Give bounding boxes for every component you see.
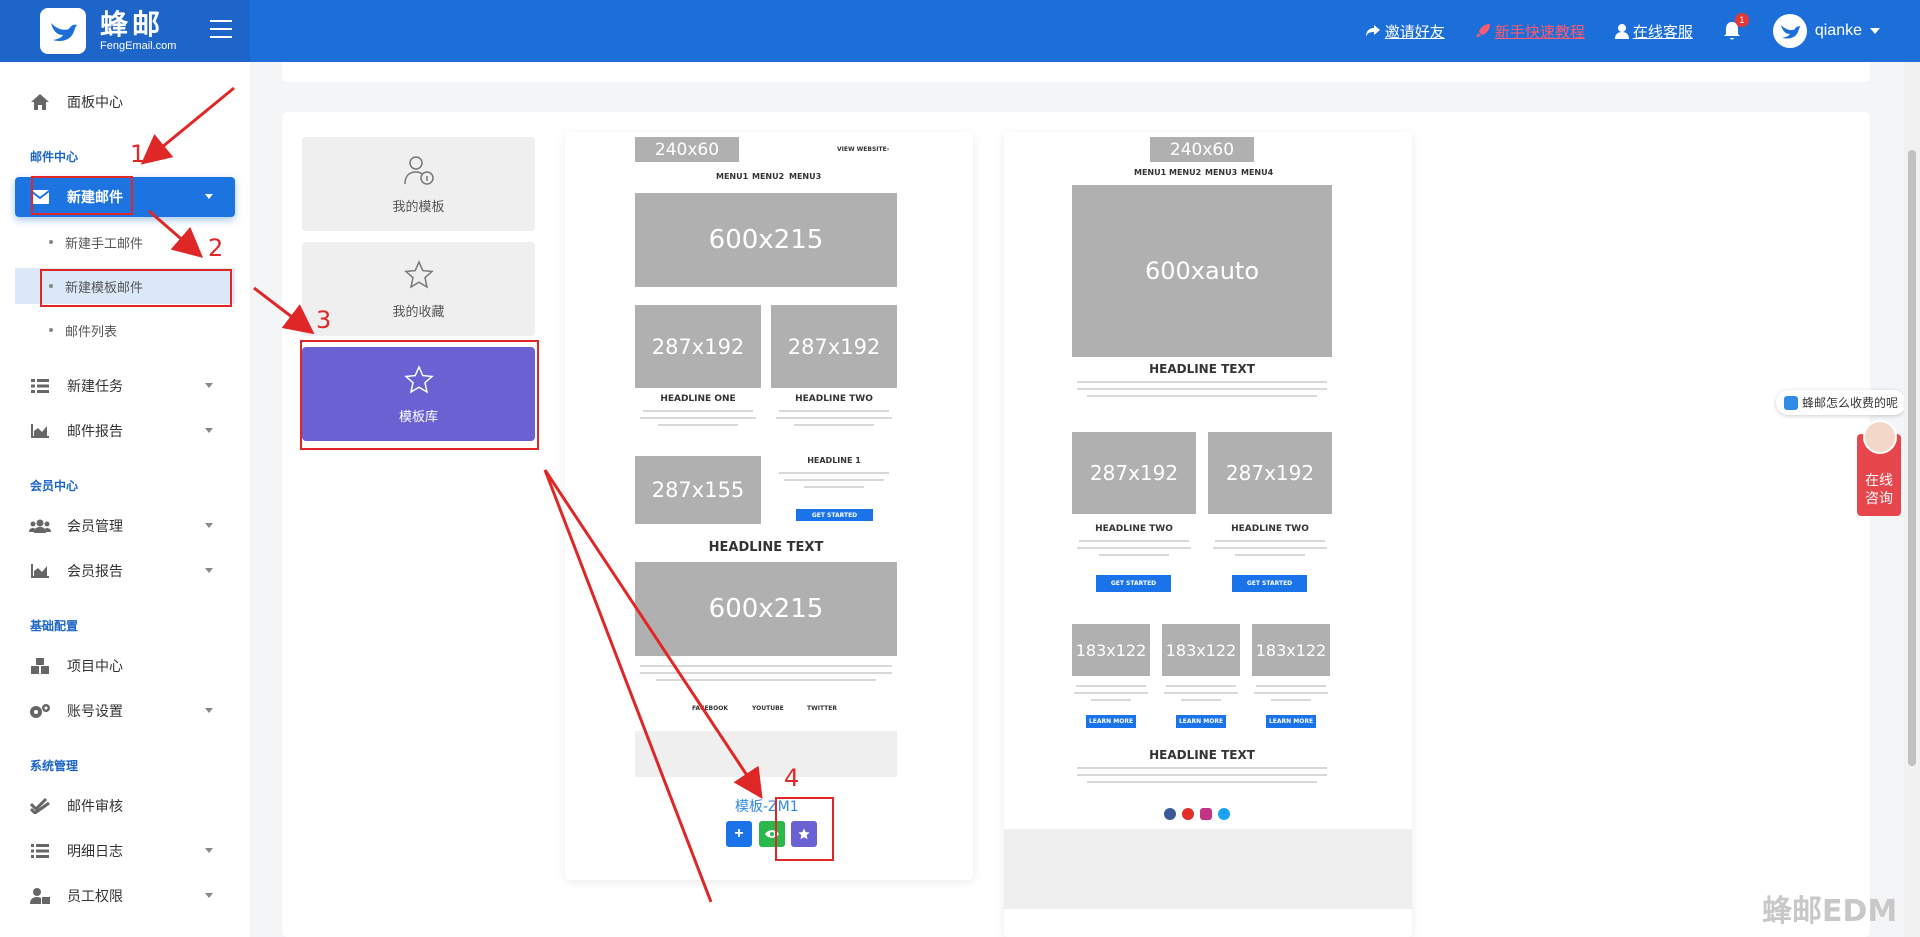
preview-eye-icon[interactable]: [759, 821, 785, 847]
share-icon: [1365, 25, 1380, 37]
caret-down-icon: [205, 194, 213, 199]
faq-bubble[interactable]: 蜂邮怎么收费的呢: [1776, 390, 1907, 415]
sidebar-item-member-report[interactable]: 会员报告: [15, 551, 235, 591]
annotation-number-3: 3: [316, 306, 332, 334]
chat-icon: [1784, 395, 1798, 410]
sidebar: 面板中心 邮件中心 新建邮件 新建手工邮件 新建模板邮件 邮件列表 新建任务 邮…: [0, 62, 250, 937]
scrollbar-thumb[interactable]: [1908, 150, 1916, 766]
logo-bird-icon: [40, 8, 86, 54]
envelope-icon: [29, 188, 51, 206]
sidebar-item-member-manage[interactable]: 会员管理: [15, 506, 235, 546]
youtube-icon: [1182, 808, 1194, 820]
menu-toggle-icon[interactable]: [210, 20, 232, 44]
view-website-link: VIEW WEBSITE›: [837, 146, 890, 153]
template-card-zm1[interactable]: 240x60 VIEW WEBSITE› MENU1 MENU2 MENU3 6…: [565, 132, 973, 880]
brand-domain: FengEmail.com: [100, 39, 177, 52]
favorite-star-button[interactable]: [791, 821, 817, 847]
sidebar-item-mail-review[interactable]: 邮件审核: [15, 786, 235, 826]
social-icons: [1164, 808, 1230, 820]
sidebar-item-mail-report[interactable]: 邮件报告: [15, 411, 235, 451]
star-outline-icon: [403, 364, 434, 394]
avatar: [1772, 14, 1807, 48]
area-chart-icon: [29, 422, 51, 440]
support-link[interactable]: 在线客服: [1614, 21, 1693, 42]
bell-icon[interactable]: 1: [1723, 13, 1749, 41]
section-system: 系统管理: [30, 759, 79, 773]
users-icon: [29, 517, 51, 535]
list-icon: [29, 842, 51, 860]
template-card-2[interactable]: 240x60 MENU1 MENU2 MENU3 MENU4 600xauto …: [1004, 132, 1412, 937]
annotation-number-2: 2: [208, 234, 224, 262]
twitter-link: TWITTER: [807, 705, 837, 712]
chevron-down-icon: [1870, 28, 1880, 34]
facebook-link: FACEBOOK: [692, 705, 728, 712]
sidebar-item-dashboard[interactable]: 面板中心: [15, 82, 235, 122]
annotation-number-1: 1: [130, 140, 146, 168]
section-member: 会员中心: [30, 479, 79, 493]
hero-placeholder: 600x215: [635, 193, 897, 287]
add-template-button[interactable]: +: [726, 821, 752, 847]
sidebar-item-detail-log[interactable]: 明细日志: [15, 831, 235, 871]
notification-badge: 1: [1734, 13, 1749, 27]
section-mail: 邮件中心: [30, 150, 79, 164]
template-name: 模板-ZM1: [735, 799, 799, 815]
watermark: 蜂邮EDM: [1762, 894, 1898, 929]
user-lock-icon: [29, 887, 51, 905]
sidebar-item-account-settings[interactable]: 账号设置: [15, 691, 235, 731]
area-chart-icon: [29, 562, 51, 580]
sidebar-item-project-center[interactable]: 项目中心: [15, 646, 235, 686]
user-icon: [1614, 24, 1629, 39]
top-header: 蜂邮 FengEmail.com 邀请好友 新手快速教程 在线客服 1 qian…: [0, 0, 1920, 62]
invite-link[interactable]: 邀请好友: [1365, 21, 1445, 42]
youtube-link: YOUTUBE: [752, 705, 784, 712]
double-check-icon: [29, 797, 51, 815]
brand-name: 蜂邮: [100, 7, 165, 41]
agent-avatar: [1863, 420, 1897, 454]
my-favorites-button[interactable]: 我的收藏: [302, 242, 535, 336]
sidebar-item-mail-list[interactable]: 邮件列表: [15, 312, 235, 348]
gears-icon: [29, 702, 51, 720]
my-templates-button[interactable]: 我的模板: [302, 137, 535, 231]
rocket-icon: [1475, 24, 1490, 37]
scrollbar[interactable]: [1904, 62, 1920, 937]
template-library-button[interactable]: 模板库: [302, 347, 535, 441]
sidebar-item-new-template-mail[interactable]: 新建模板邮件: [15, 268, 235, 304]
instagram-icon: [1200, 808, 1212, 820]
home-icon: [29, 93, 51, 111]
user-menu[interactable]: qianke: [1772, 14, 1880, 48]
sidebar-item-new-task[interactable]: 新建任务: [15, 366, 235, 406]
facebook-icon: [1164, 808, 1176, 820]
section-basic: 基础配置: [30, 619, 79, 633]
tutorial-link[interactable]: 新手快速教程: [1475, 21, 1585, 42]
top-card: [282, 62, 1870, 82]
star-outline-icon: [403, 259, 434, 289]
sidebar-item-new-mail[interactable]: 新建邮件: [15, 177, 235, 217]
twitter-icon: [1218, 808, 1230, 820]
sidebar-item-staff-permission[interactable]: 员工权限: [15, 876, 235, 916]
username: qianke: [1814, 22, 1862, 39]
list-grid-icon: [29, 377, 51, 395]
user-info-icon: [403, 155, 434, 185]
online-consult-button[interactable]: 在线 咨询: [1857, 420, 1901, 516]
logo-placeholder: 240x60: [635, 137, 739, 162]
annotation-number-4: 4: [784, 764, 800, 792]
boxes-icon: [29, 657, 51, 675]
sidebar-item-new-manual-mail[interactable]: 新建手工邮件: [15, 224, 235, 260]
